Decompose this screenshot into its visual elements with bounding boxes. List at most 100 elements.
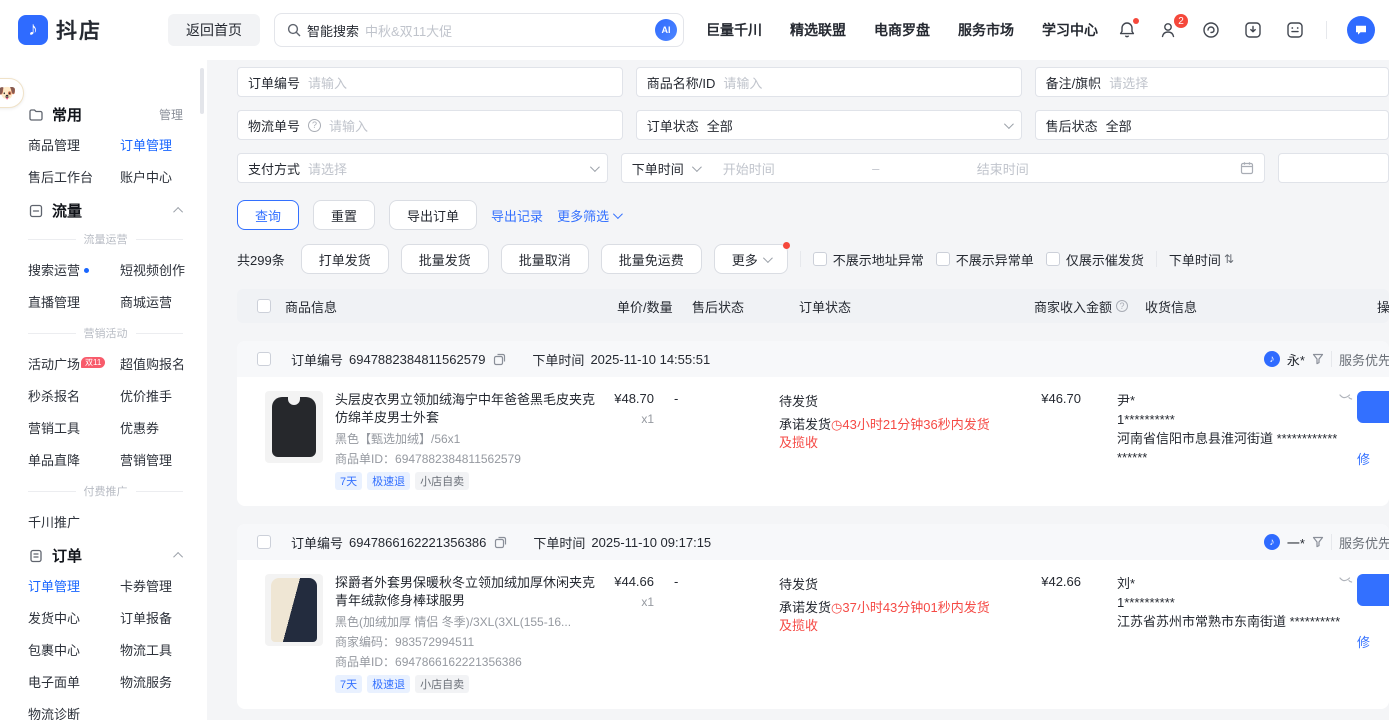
- end-time-placeholder[interactable]: 结束时间: [977, 159, 1232, 178]
- section-traffic[interactable]: 流量: [28, 200, 207, 221]
- sidebar-item-single-discount[interactable]: 单品直降: [28, 450, 120, 469]
- more-red-dot: [783, 242, 790, 249]
- contacts-icon[interactable]: 2: [1158, 19, 1180, 41]
- nav-jingxuan[interactable]: 精选联盟: [790, 20, 846, 40]
- print-ship-button[interactable]: 打单发货: [301, 244, 389, 274]
- sidebar-item-ewaybill[interactable]: 电子面单: [28, 672, 120, 691]
- sidebar-item-marketing-manage[interactable]: 营销管理: [120, 450, 207, 469]
- hide-abnormal-order-checkbox[interactable]: 不展示异常单: [936, 250, 1034, 269]
- sidebar-item-live-manage[interactable]: 直播管理: [28, 292, 120, 311]
- product-title[interactable]: 头层皮衣男立领加绒海宁中年爸爸黑毛皮夹克仿绵羊皮男士外套: [335, 391, 597, 427]
- customer-service-icon[interactable]: [1200, 19, 1222, 41]
- sidebar-item-order-report[interactable]: 订单报备: [120, 608, 207, 627]
- tag-fast-refund: 极速退: [367, 675, 410, 693]
- copy-icon[interactable]: [494, 536, 507, 549]
- ai-search-button[interactable]: AI: [655, 19, 677, 41]
- aftersale-status-select[interactable]: 售后状态 全部: [1035, 110, 1389, 140]
- unit-price: ¥48.70: [597, 391, 654, 406]
- checkbox[interactable]: [1046, 252, 1060, 266]
- order-checkbox[interactable]: [257, 352, 271, 366]
- buyer-name: 一*: [1287, 533, 1305, 552]
- checkbox[interactable]: [813, 252, 827, 266]
- search-input[interactable]: 智能搜索 中秋&双11大促 AI: [274, 13, 684, 47]
- sidebar-item-account-center[interactable]: 账户中心: [120, 167, 207, 186]
- modify-address-link[interactable]: 修: [1357, 632, 1370, 651]
- sidebar-item-logistics-service[interactable]: 物流服务: [120, 672, 207, 691]
- sidebar-item-marketing-tools[interactable]: 营销工具: [28, 418, 120, 437]
- modify-address-link[interactable]: 修: [1357, 449, 1370, 468]
- sidebar-item-youjia[interactable]: 优价推手: [120, 386, 207, 405]
- reset-button[interactable]: 重置: [313, 200, 375, 230]
- export-orders-button[interactable]: 导出订单: [389, 200, 477, 230]
- order-checkbox[interactable]: [257, 535, 271, 549]
- app-logo[interactable]: ♪ 抖店: [18, 15, 168, 45]
- nav-luopan[interactable]: 电商罗盘: [874, 20, 930, 40]
- sidebar-item-logistics-tools[interactable]: 物流工具: [120, 640, 207, 659]
- sidebar-item-search-ops[interactable]: 搜索运营: [28, 260, 120, 279]
- funnel-icon[interactable]: [1312, 353, 1324, 365]
- sidebar-item-package-center[interactable]: 包裹中心: [28, 640, 120, 659]
- product-name-input[interactable]: 商品名称/ID 请输入: [636, 67, 1022, 97]
- nav-qianchuan[interactable]: 巨量千川: [706, 20, 762, 40]
- sidebar-item-qianchuan-promo[interactable]: 千川推广: [28, 512, 120, 531]
- only-urged-checkbox[interactable]: 仅展示催发货: [1046, 250, 1144, 269]
- section-order[interactable]: 订单: [28, 545, 207, 566]
- manage-link[interactable]: 管理: [159, 106, 183, 123]
- export-log-link[interactable]: 导出记录: [491, 206, 543, 225]
- tracking-no-input[interactable]: 物流单号 ? 请输入: [237, 110, 623, 140]
- back-home-button[interactable]: 返回首页: [168, 14, 260, 46]
- divider-marketing: 营销活动: [28, 325, 183, 341]
- checkbox[interactable]: [936, 252, 950, 266]
- sidebar-item-aftersale-workbench[interactable]: 售后工作台: [28, 167, 120, 186]
- nav-xuexizhongxin[interactable]: 学习中心: [1042, 20, 1098, 40]
- tracking-help-icon[interactable]: ?: [308, 119, 321, 132]
- more-actions-button[interactable]: 更多: [714, 244, 788, 274]
- query-button[interactable]: 查询: [237, 200, 299, 230]
- col-income: 商家收入金额?: [1034, 297, 1137, 316]
- copy-icon[interactable]: [493, 353, 506, 366]
- ship-button[interactable]: [1357, 574, 1389, 606]
- sidebar-item-mall-ops[interactable]: 商城运营: [120, 292, 207, 311]
- batch-cancel-button[interactable]: 批量取消: [501, 244, 589, 274]
- sidebar-item-order-manage[interactable]: 订单管理: [120, 135, 207, 154]
- sidebar-item-logistics-diagnose[interactable]: 物流诊断: [28, 704, 120, 720]
- order-status-select[interactable]: 订单状态 全部: [636, 110, 1022, 140]
- sidebar-scrollbar[interactable]: [200, 68, 204, 114]
- income-help-icon[interactable]: ?: [1116, 300, 1128, 312]
- sidebar-item-order-manage-2[interactable]: 订单管理: [28, 576, 120, 595]
- sidebar-item-product-manage[interactable]: 商品管理: [28, 135, 120, 154]
- sidebar-item-activity-plaza[interactable]: 活动广场双11: [28, 354, 120, 373]
- extra-filter-cut[interactable]: [1278, 153, 1389, 183]
- funnel-icon[interactable]: [1312, 536, 1324, 548]
- download-client-icon[interactable]: [1242, 19, 1264, 41]
- ship-button[interactable]: [1357, 391, 1389, 423]
- sidebar-item-coupon[interactable]: 优惠券: [120, 418, 207, 437]
- time-range-picker[interactable]: 下单时间 开始时间 – 结束时间: [621, 153, 1265, 183]
- batch-free-shipping-button[interactable]: 批量免运费: [601, 244, 702, 274]
- sidebar-item-seckill[interactable]: 秒杀报名: [28, 386, 120, 405]
- order-no-input[interactable]: 订单编号 请输入: [237, 67, 623, 97]
- remark-flag-select[interactable]: 备注/旗帜 请选择: [1035, 67, 1389, 97]
- collapse-chevron-icon[interactable]: [173, 207, 183, 217]
- select-all-checkbox[interactable]: [257, 299, 271, 313]
- sidebar-item-ship-center[interactable]: 发货中心: [28, 608, 120, 627]
- apps-grid-icon[interactable]: [1284, 19, 1306, 41]
- more-filters-link[interactable]: 更多筛选: [557, 206, 620, 225]
- product-image[interactable]: [265, 574, 323, 646]
- notification-bell-icon[interactable]: [1116, 19, 1138, 41]
- sidebar-item-short-video[interactable]: 短视频创作: [120, 260, 207, 279]
- payment-method-select[interactable]: 支付方式 请选择: [237, 153, 608, 183]
- collapse-chevron-icon[interactable]: [173, 552, 183, 562]
- account-avatar[interactable]: [1347, 16, 1375, 44]
- batch-ship-button[interactable]: 批量发货: [401, 244, 489, 274]
- sidebar-item-chaozhigou[interactable]: 超值购报名: [120, 354, 207, 373]
- buyer-name: 永*: [1287, 350, 1305, 369]
- order-time-sort[interactable]: 下单时间⇅: [1169, 250, 1234, 269]
- sidebar-item-card-coupon[interactable]: 卡券管理: [120, 576, 207, 595]
- start-time-placeholder[interactable]: 开始时间: [723, 159, 775, 178]
- product-title[interactable]: 探爵者外套男保暖秋冬立领加绒加厚休闲夹克青年绒款修身棒球服男: [335, 574, 597, 610]
- nav-fuwushichang[interactable]: 服务市场: [958, 20, 1014, 40]
- hide-address-abnormal-checkbox[interactable]: 不展示地址异常: [813, 250, 924, 269]
- product-image[interactable]: [265, 391, 323, 463]
- recipient-address: 江苏省苏州市常熟市东南街道 **********: [1117, 612, 1343, 631]
